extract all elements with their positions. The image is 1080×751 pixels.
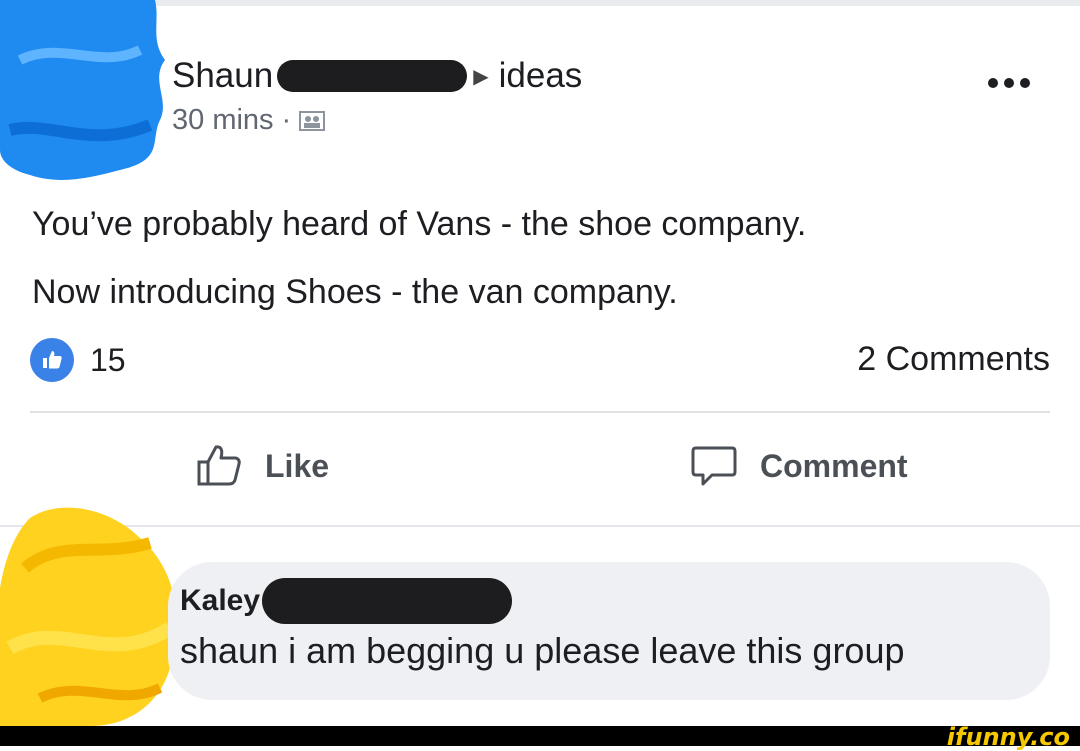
comment-button[interactable]: Comment [690,442,908,490]
group-name[interactable]: ideas [499,56,583,96]
speech-bubble-icon [691,446,737,486]
like-button[interactable]: Like [195,442,329,490]
like-count: 15 [90,341,126,378]
author-avatar[interactable] [0,0,170,185]
meta-separator: · [281,104,292,136]
commenter-name[interactable]: Kaley [180,584,260,618]
post-text-line: Now introducing Shoes - the van company. [32,273,678,311]
arrow-right-icon: ▶ [473,65,489,88]
redaction-bar [277,60,468,92]
thumbs-up-icon [30,338,74,382]
post-text-line: You’ve probably heard of Vans - the shoe… [32,205,807,243]
thumbs-up-outline-icon [197,445,241,486]
comment-text: shaun i am begging u please leave this g… [180,630,905,671]
group-members-icon [299,110,326,131]
redaction-bar [262,578,513,624]
post-body: You’ve probably heard of Vans - the shoe… [32,190,806,326]
post-meta: 30 mins · [172,104,326,137]
comment-label: Comment [760,447,908,484]
more-options-icon[interactable] [988,78,1030,88]
post-time[interactable]: 30 mins [172,104,274,137]
commenter-avatar[interactable] [0,498,185,726]
watermark: ifunny.co [946,723,1070,751]
like-label: Like [265,447,330,484]
divider [30,411,1050,413]
comment-author[interactable]: Kaley [180,576,513,626]
reaction-summary[interactable]: 15 [30,338,126,382]
author-name[interactable]: Shaun [172,56,273,96]
post-header: Shaun ▶ ideas [172,52,582,100]
watermark-bar [0,726,1080,746]
comments-count[interactable]: 2 Comments [857,340,1050,379]
